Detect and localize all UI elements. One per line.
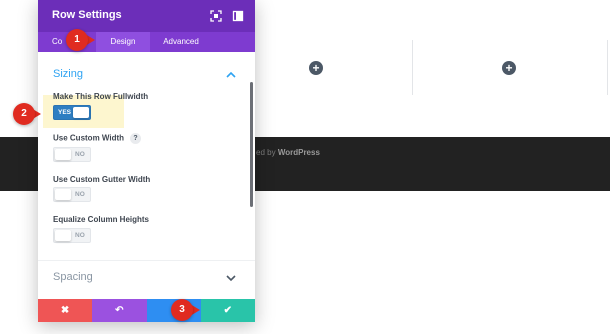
section-divider xyxy=(38,260,255,261)
callout-2: 2 xyxy=(13,103,35,125)
field-label-gutter-width: Use Custom Gutter Width xyxy=(53,175,151,184)
check-icon: ✔ xyxy=(223,305,233,316)
callout-1: 1 xyxy=(66,29,88,51)
toggle-state: NO xyxy=(75,191,85,198)
toggle-knob xyxy=(73,107,89,118)
field-label-custom-width: Use Custom Width? xyxy=(53,133,142,144)
column-divider xyxy=(412,40,413,95)
chevron-up-icon[interactable] xyxy=(225,71,237,79)
field-label-equalize-heights: Equalize Column Heights xyxy=(53,215,150,224)
add-module-button[interactable]: + xyxy=(309,61,323,75)
callout-3: 3 xyxy=(171,299,193,321)
undo-icon: ↶ xyxy=(115,305,124,316)
scrollbar[interactable] xyxy=(250,82,253,207)
gutter-width-toggle[interactable]: NO xyxy=(53,187,91,202)
toggle-state: NO xyxy=(75,232,85,239)
toggle-state: YES xyxy=(58,109,72,116)
fullwidth-toggle[interactable]: YES xyxy=(53,105,91,120)
section-title-sizing[interactable]: Sizing xyxy=(53,68,83,80)
modal-body: Sizing Make This Row Fullwidth YES Use C… xyxy=(38,52,255,299)
tab-advanced[interactable]: Advanced xyxy=(150,32,212,52)
plus-icon: + xyxy=(505,61,513,75)
tab-design[interactable]: Design xyxy=(96,32,150,52)
toggle-state: NO xyxy=(75,151,85,158)
column-divider xyxy=(607,40,608,95)
discard-button[interactable]: ✖ xyxy=(38,299,93,322)
equalize-heights-toggle[interactable]: NO xyxy=(53,228,91,243)
custom-width-toggle[interactable]: NO xyxy=(53,147,91,162)
help-icon[interactable]: ? xyxy=(130,133,142,144)
modal-header: Row Settings xyxy=(38,0,255,32)
footer-credit-prefix: ed by xyxy=(256,148,276,157)
modal-title: Row Settings xyxy=(52,9,122,21)
footer-credit: ed by WordPress xyxy=(256,148,320,157)
field-label-custom-width-text: Use Custom Width xyxy=(53,133,125,143)
close-icon: ✖ xyxy=(60,305,70,316)
page: + + ed by WordPress Row Settings Co Desi… xyxy=(0,0,610,334)
plus-icon: + xyxy=(312,61,320,75)
section-title-spacing[interactable]: Spacing xyxy=(53,271,93,283)
modal-footer: ✖ ↶ ✔ xyxy=(38,299,255,322)
chevron-down-icon[interactable] xyxy=(225,274,237,282)
toggle-knob xyxy=(55,149,71,160)
footer-credit-link[interactable]: WordPress xyxy=(278,148,320,157)
expand-icon[interactable] xyxy=(210,9,222,22)
sidebar-icon[interactable] xyxy=(232,9,244,22)
undo-button[interactable]: ↶ xyxy=(92,299,147,322)
field-label-fullwidth: Make This Row Fullwidth xyxy=(53,92,149,101)
toggle-knob xyxy=(55,189,71,200)
toggle-knob xyxy=(55,230,71,241)
save-button[interactable]: ✔ xyxy=(200,299,255,322)
add-module-button[interactable]: + xyxy=(502,61,516,75)
